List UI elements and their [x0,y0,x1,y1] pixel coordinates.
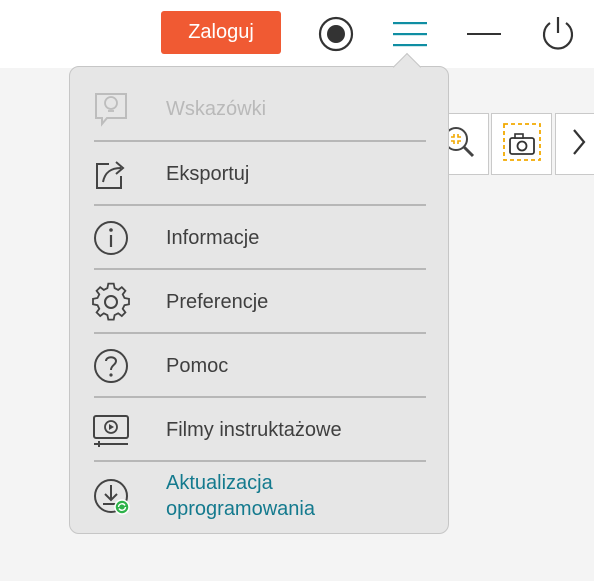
menu-item-help[interactable]: Pomoc [94,334,426,397]
power-icon[interactable] [537,12,579,54]
info-icon [88,215,134,261]
export-icon [88,151,134,197]
minimize-icon[interactable] [464,14,504,54]
menu-item-label: Eksportuj [166,162,250,185]
gear-icon [88,279,134,325]
menu-item-label: Pomoc [166,354,229,377]
login-button[interactable]: Zaloguj [161,11,281,54]
help-icon [88,343,134,389]
screenshot-capture-button[interactable] [491,113,552,175]
menu-item-label: Filmy instruktażowe [166,418,342,441]
top-bar: Zaloguj [0,0,594,68]
menu-item-information[interactable]: Informacje [94,206,426,269]
menu-item-software-update[interactable]: Aktualizacja oprogramowania [94,464,426,527]
menu-item-tutorial-videos[interactable]: Filmy instruktażowe [93,398,426,461]
menu-item-export[interactable]: Eksportuj [94,142,426,205]
menu-item-label: Wskazówki [166,97,267,120]
screenshot-capture-icon [500,120,544,169]
menu-item-tips: Wskazówki [94,77,426,140]
main-menu-dropdown: Wskazówki Eksportuj Informacje Preferenc… [69,66,449,534]
software-update-icon [88,473,134,519]
menu-item-label: Preferencje [166,290,269,313]
menu-item-label: Informacje [166,226,260,249]
next-tools-button[interactable] [555,113,594,175]
menu-divider [94,460,426,462]
video-tutorial-icon [88,407,134,453]
chevron-right-icon [566,125,590,164]
hamburger-menu-icon[interactable] [389,14,431,54]
record-icon[interactable] [316,14,356,54]
menu-item-preferences[interactable]: Preferencje [92,270,426,333]
lightbulb-icon [88,86,134,132]
menu-item-label: Aktualizacja oprogramowania [166,471,315,520]
